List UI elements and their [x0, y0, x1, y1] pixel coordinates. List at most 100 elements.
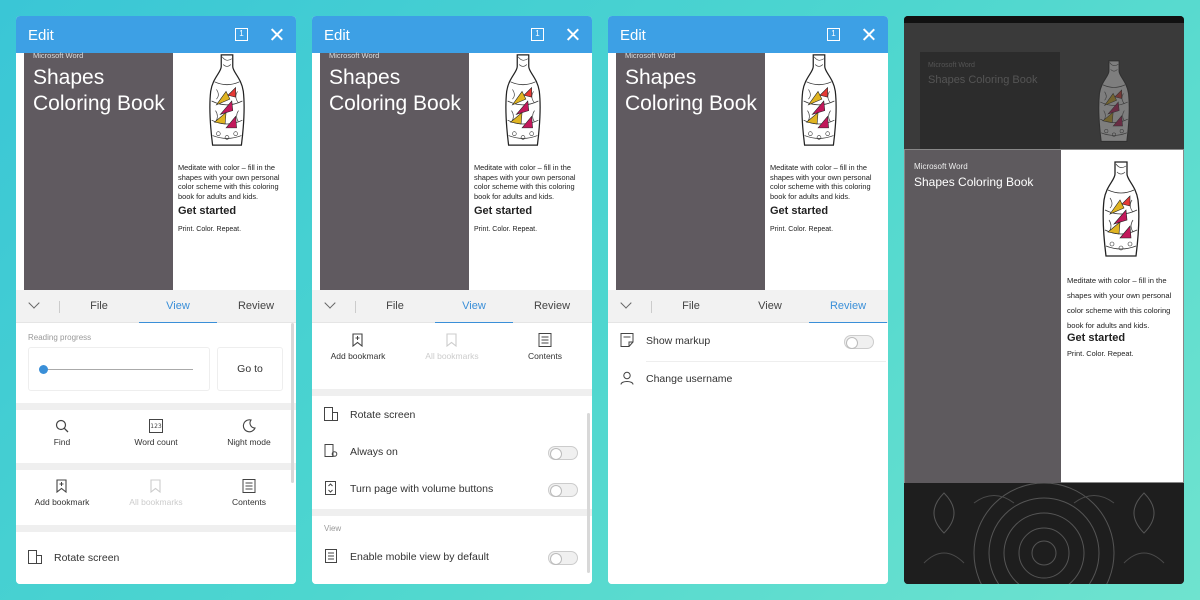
brightness-icon: [324, 444, 338, 457]
always-on-label: Always on: [350, 446, 398, 458]
reading-progress-slider[interactable]: [28, 347, 210, 391]
all-bookmarks-button[interactable]: All bookmarks: [116, 479, 196, 507]
add-bookmark-button[interactable]: Add bookmark: [22, 479, 102, 507]
document-preview: Microsoft Word Shapes Coloring Book Medi…: [312, 51, 592, 290]
tab-bar: File View Review: [16, 290, 296, 324]
find-label: Find: [53, 437, 71, 447]
section-gap: [16, 525, 296, 532]
show-markup-row[interactable]: Show markup: [608, 323, 884, 359]
volume-page-turn-row[interactable]: Turn page with volume buttons: [312, 471, 588, 507]
add-bookmark-button[interactable]: Add bookmark: [318, 333, 398, 361]
scrollbar[interactable]: [291, 323, 294, 483]
mobile-view-icon: [325, 549, 337, 563]
page-number-icon[interactable]: 1: [827, 28, 840, 41]
word-count-icon: 123: [149, 419, 163, 433]
volume-buttons-icon: [325, 481, 336, 495]
reading-progress-label: Reading progress: [28, 333, 92, 342]
change-username-row[interactable]: Change username: [608, 361, 884, 397]
chevron-down-icon[interactable]: [620, 297, 632, 309]
edit-title[interactable]: Edit: [324, 27, 350, 44]
show-markup-toggle[interactable]: [844, 335, 874, 349]
search-icon: [55, 419, 69, 433]
rotate-screen-label: Rotate screen: [350, 409, 416, 421]
document-preview: Microsoft Word Shapes Coloring Book Medi…: [608, 51, 888, 290]
volume-page-turn-toggle[interactable]: [548, 483, 578, 497]
edit-title[interactable]: Edit: [28, 27, 54, 44]
svg-text:123: 123: [150, 423, 162, 430]
scrollbar[interactable]: [587, 413, 590, 573]
always-on-row[interactable]: Always on: [312, 434, 588, 470]
tab-file[interactable]: File: [652, 300, 730, 312]
doc-title: Shapes Coloring Book: [914, 175, 1034, 189]
tab-file[interactable]: File: [356, 300, 434, 312]
contents-button[interactable]: Contents: [209, 479, 289, 507]
edit-title[interactable]: Edit: [620, 27, 646, 44]
doc-title-line2: Coloring Book: [33, 92, 165, 115]
mobile-view-toggle[interactable]: [548, 551, 578, 565]
vase-illustration: [1100, 154, 1142, 266]
vase-illustration: [502, 53, 544, 149]
doc-get-started: Get started: [178, 205, 237, 217]
page-number-icon[interactable]: 1: [235, 28, 248, 41]
all-bookmarks-button[interactable]: All bookmarks: [412, 333, 492, 361]
cover-panel: Microsoft Word Shapes Coloring Book: [24, 51, 173, 290]
night-mode-label: Night mode: [227, 437, 271, 447]
close-icon[interactable]: [862, 26, 876, 42]
doc-title-line1: Shapes: [33, 66, 105, 89]
cover-panel: Microsoft Word Shapes Coloring Book: [320, 51, 469, 290]
tab-file[interactable]: File: [60, 300, 138, 312]
review-panel: Show markup Change username: [608, 323, 888, 584]
rotate-screen-row[interactable]: Rotate screen: [16, 540, 292, 576]
chevron-down-icon[interactable]: [324, 297, 336, 309]
bookmarks-icon: [150, 479, 161, 493]
dimmed-background: Microsoft Word Shapes Coloring Book: [904, 16, 1184, 149]
cover-panel: Microsoft Word Shapes Coloring Book: [616, 51, 765, 290]
screen-view-tab-1: Edit 1 Microsoft Word Shapes Coloring Bo…: [16, 16, 296, 584]
section-gap: [16, 463, 296, 470]
doc-title-line2: Coloring Book: [625, 92, 757, 115]
find-button[interactable]: Find: [22, 419, 102, 447]
rotate-screen-icon: [28, 550, 42, 564]
night-mode-button[interactable]: Night mode: [209, 419, 289, 447]
always-on-toggle[interactable]: [548, 446, 578, 460]
mandala-pattern: [923, 483, 1165, 584]
close-icon[interactable]: [566, 26, 580, 42]
tab-view[interactable]: View: [435, 300, 513, 324]
close-icon[interactable]: [270, 26, 284, 42]
tab-view[interactable]: View: [731, 300, 809, 312]
doc-get-started: Get started: [1067, 332, 1126, 344]
tab-view[interactable]: View: [139, 300, 217, 324]
contents-icon: [538, 333, 552, 347]
dimmed-vase-illustration: [1096, 56, 1132, 148]
go-to-button[interactable]: Go to: [217, 347, 283, 391]
doc-description: Meditate with color – fill in the shapes…: [1067, 276, 1172, 330]
doc-title-line1: Shapes: [329, 66, 401, 89]
tab-review[interactable]: Review: [217, 300, 295, 312]
word-count-label: Word count: [134, 437, 178, 447]
doc-brand: Microsoft Word: [625, 51, 676, 60]
progress-thumb[interactable]: [39, 365, 48, 374]
page-number-icon[interactable]: 1: [531, 28, 544, 41]
vase-illustration: [206, 53, 248, 149]
dimmed-pattern: [904, 483, 1184, 584]
next-setting-row[interactable]: [16, 574, 292, 584]
rotate-screen-row[interactable]: Rotate screen: [312, 397, 588, 433]
contents-button[interactable]: Contents: [505, 333, 585, 361]
tab-review[interactable]: Review: [513, 300, 591, 312]
doc-tagline: Print. Color. Repeat.: [1067, 349, 1134, 358]
mobile-view-row[interactable]: Enable mobile view by default: [312, 539, 588, 575]
doc-title: Shapes Coloring Book: [33, 65, 165, 117]
chevron-down-icon[interactable]: [28, 297, 40, 309]
volume-page-turn-label: Turn page with volume buttons: [350, 483, 494, 495]
add-bookmark-label: Add bookmark: [330, 351, 386, 361]
moon-icon: [242, 419, 256, 433]
tab-bar: File View Review: [608, 290, 888, 324]
contents-label: Contents: [231, 497, 267, 507]
top-bar: Edit 1: [312, 16, 592, 53]
doc-description: Meditate with color – fill in the shapes…: [178, 163, 280, 202]
word-count-button[interactable]: 123 Word count: [116, 419, 196, 447]
view-section-label: View: [324, 524, 342, 533]
tab-review[interactable]: Review: [809, 300, 887, 324]
doc-title: Shapes Coloring Book: [625, 65, 757, 117]
all-bookmarks-label: All bookmarks: [425, 351, 479, 361]
